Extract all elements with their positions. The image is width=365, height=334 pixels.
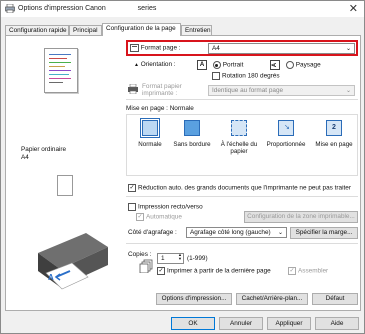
rotate-180-option[interactable]: Rotation 180 degrés xyxy=(212,72,280,80)
print-options-window: Options d'impression Canon series ✕ Conf… xyxy=(0,0,365,334)
tab-quick-setup[interactable]: Configuration rapide xyxy=(5,25,69,35)
printable-area-setup-button[interactable]: Configuration de la zone imprimable... xyxy=(244,211,358,223)
rotate-180-checkbox[interactable] xyxy=(212,72,220,80)
defaults-button[interactable]: Défaut xyxy=(312,293,358,305)
layout-normal-icon xyxy=(140,118,160,138)
copies-icon xyxy=(139,259,153,273)
divider xyxy=(126,243,358,244)
page-setup-panel: Papier ordinaire A4 A Format page : A4 ⌄… xyxy=(5,35,361,311)
copies-label: Copies : xyxy=(128,251,152,258)
apply-button[interactable]: Appliquer xyxy=(267,317,311,330)
portrait-option[interactable]: A Portrait xyxy=(197,60,243,70)
duplex-automatic-option[interactable]: ✓ Automatique xyxy=(136,213,182,221)
printer-paper-icon xyxy=(128,84,138,94)
layout-borderless[interactable]: Sans bordure xyxy=(172,120,212,148)
page-format-icon xyxy=(130,44,139,52)
layout-multi-page[interactable]: 2 Mise en page xyxy=(312,120,356,148)
stapling-side-label: Côté d'agrafage : xyxy=(128,229,177,236)
portrait-radio[interactable] xyxy=(212,61,221,69)
chevron-down-icon: ⌄ xyxy=(277,230,283,236)
layout-fit-to-page-icon xyxy=(231,120,247,136)
page-format-row: Format page : xyxy=(130,44,181,52)
page-layout-label: Mise en page : Normale xyxy=(126,105,194,112)
paper-size-preview xyxy=(57,175,73,196)
tab-page-setup[interactable]: Configuration de la page xyxy=(102,23,181,36)
layout-fit-to-page[interactable]: À l'échelle du papier xyxy=(218,120,260,155)
layout-scaled-icon: ↘ xyxy=(278,120,294,136)
tab-main[interactable]: Principal xyxy=(69,25,102,35)
ok-button[interactable]: OK xyxy=(171,317,215,330)
paper-info: Papier ordinaire A4 xyxy=(21,146,66,162)
collate-option[interactable]: ✓ Assembler xyxy=(288,267,328,275)
layout-normal[interactable]: Normale xyxy=(132,118,168,148)
duplex-checkbox[interactable] xyxy=(128,203,136,211)
paper-type: Papier ordinaire xyxy=(21,146,67,153)
divider xyxy=(126,196,358,197)
stamp-background-button[interactable]: Cachet/Arrière-plan... xyxy=(236,293,308,305)
printer-icon xyxy=(5,4,15,13)
preview-area: Papier ordinaire A4 A xyxy=(12,42,116,300)
collate-checkbox[interactable]: ✓ xyxy=(288,267,296,275)
chevron-down-icon: ⌄ xyxy=(345,88,351,94)
layout-scaled[interactable]: ↘ Proportionnée xyxy=(264,120,308,148)
orientation-label: Orientation : xyxy=(140,61,176,68)
last-page-first-checkbox[interactable]: ✓ xyxy=(157,267,165,275)
layout-borderless-icon xyxy=(184,120,200,136)
close-icon[interactable]: ✕ xyxy=(349,2,358,15)
specify-margin-button[interactable]: Spécifier la marge... xyxy=(290,227,358,239)
bullet-icon: ▲ xyxy=(134,62,139,68)
auto-reduce-checkbox[interactable]: ✓ xyxy=(128,184,136,192)
orientation-label-row: ▲ Orientation : xyxy=(134,61,176,68)
tab-maintenance[interactable]: Entretien xyxy=(181,25,212,35)
spin-icon[interactable]: ▲ ▼ xyxy=(178,253,182,261)
cancel-button[interactable]: Annuler xyxy=(219,317,263,330)
printer-paper-size-label: Format papier imprimante : xyxy=(142,83,182,97)
window-title: Options d'impression Canon series xyxy=(18,4,157,12)
page-preview xyxy=(44,48,78,93)
print-options-button[interactable]: Options d'impression... xyxy=(156,293,232,305)
page-format-label: Format page : xyxy=(140,44,181,52)
duplex-automatic-checkbox[interactable]: ✓ xyxy=(136,213,144,221)
copies-range: (1-999) xyxy=(187,255,208,262)
last-page-first-option[interactable]: ✓ Imprimer à partir de la dernière page xyxy=(157,267,271,275)
chevron-down-icon: ⌄ xyxy=(345,46,351,52)
paper-size: A4 xyxy=(21,154,29,161)
copies-input[interactable]: 1 ▲ ▼ xyxy=(157,253,184,264)
landscape-icon: A xyxy=(270,60,280,70)
title-bar: Options d'impression Canon series ✕ xyxy=(1,1,364,17)
printer-paper-size-select[interactable]: Identique au format page ⌄ xyxy=(208,85,355,96)
layout-multi-page-icon: 2 xyxy=(326,120,342,136)
svg-text:A: A xyxy=(48,273,54,282)
stapling-side-select[interactable]: Agrafage côté long (gauche) ⌄ xyxy=(186,227,287,238)
page-format-select[interactable]: A4 ⌄ xyxy=(208,43,355,54)
landscape-radio[interactable] xyxy=(285,61,294,69)
duplex-option[interactable]: Impression recto/verso xyxy=(128,203,203,211)
help-button[interactable]: Aide xyxy=(315,317,359,330)
divider xyxy=(126,99,358,100)
portrait-icon: A xyxy=(197,60,207,70)
landscape-option[interactable]: A Paysage xyxy=(270,60,321,70)
printer-illustration-icon: A xyxy=(38,233,108,290)
auto-reduce-option[interactable]: ✓ Réduction auto. des grands documents qu… xyxy=(128,184,351,192)
